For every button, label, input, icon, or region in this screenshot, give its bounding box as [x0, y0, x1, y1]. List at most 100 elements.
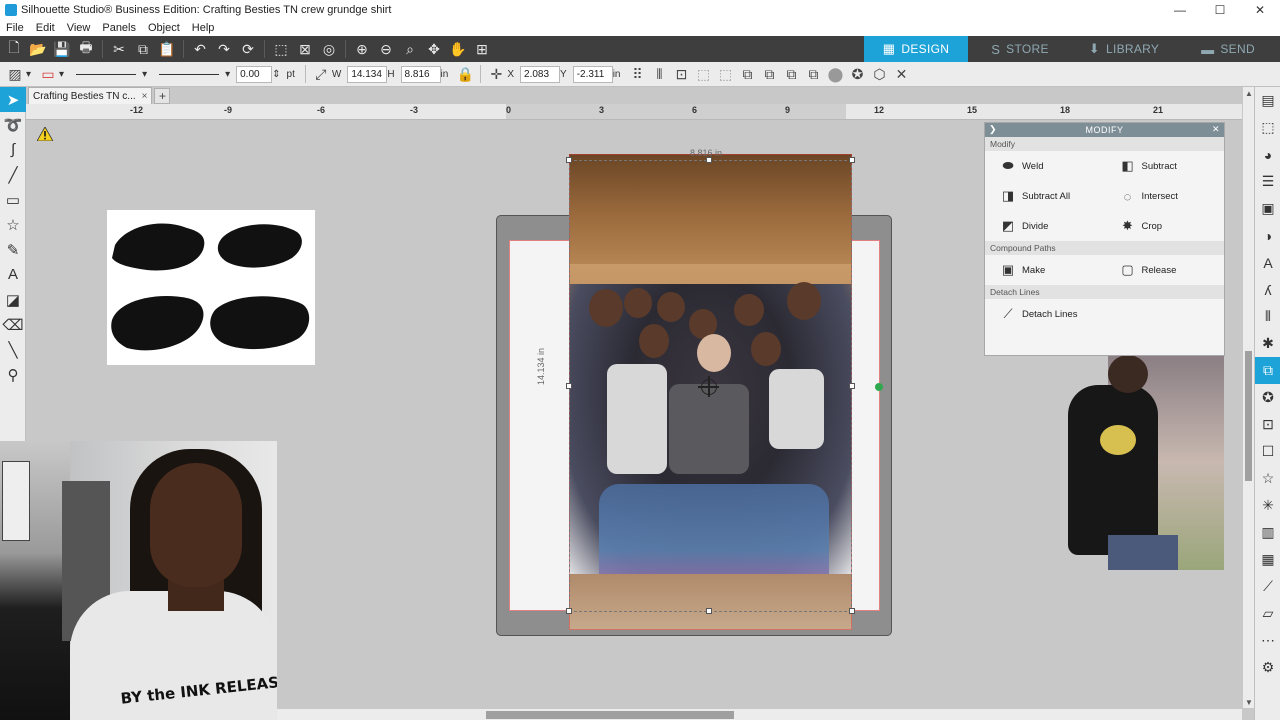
paste-icon[interactable]: 📋: [155, 37, 179, 61]
make-compound-button[interactable]: ▣ Make: [985, 255, 1105, 285]
pixscan-icon[interactable]: ⬚: [1255, 114, 1280, 141]
line-style-icon[interactable]: ☰: [1255, 168, 1280, 195]
subtract-button[interactable]: ◧ Subtract: [1105, 151, 1225, 181]
trace-icon[interactable]: ⊡: [1255, 411, 1280, 438]
rotation-center-icon[interactable]: [698, 376, 719, 397]
center-to-page-icon[interactable]: ⊡: [670, 63, 692, 85]
pattern-fill-icon[interactable]: ▦: [1255, 546, 1280, 573]
menu-edit[interactable]: Edit: [36, 22, 55, 34]
save-icon[interactable]: 💾: [50, 37, 74, 61]
vertical-scrollbar[interactable]: ▲ ▼: [1242, 87, 1254, 708]
position-grid-icon[interactable]: ⠿: [626, 63, 648, 85]
layers-icon[interactable]: ▥: [1255, 519, 1280, 546]
crop-button[interactable]: ✸ Crop: [1105, 211, 1225, 241]
subtract-all-button[interactable]: ◨ Subtract All: [985, 181, 1105, 211]
ungroup-icon[interactable]: ⬚: [714, 63, 736, 85]
text-style-icon[interactable]: A: [1255, 249, 1280, 276]
undo-icon[interactable]: ↶: [188, 37, 212, 61]
close-panel-icon[interactable]: ✕: [1212, 124, 1220, 135]
image-effects-icon[interactable]: ▣: [1255, 195, 1280, 222]
tab-send[interactable]: ▬ SEND: [1176, 36, 1280, 62]
width-field[interactable]: 14.134: [347, 65, 388, 83]
align-panel-icon[interactable]: ⫴: [1255, 303, 1280, 330]
line-color-icon[interactable]: ▭: [37, 63, 59, 85]
sketch-icon[interactable]: ʎ: [1255, 276, 1280, 303]
bring-forward-icon[interactable]: ⧉: [736, 63, 758, 85]
resize-handle[interactable]: [566, 383, 572, 389]
nesting-icon[interactable]: ☆: [1255, 465, 1280, 492]
fill-color-icon[interactable]: ◕: [1255, 141, 1280, 168]
eyedropper-tool-icon[interactable]: ⚲: [0, 362, 26, 387]
zoom-in-icon[interactable]: ⊕: [350, 37, 374, 61]
resize-handle[interactable]: [566, 608, 572, 614]
point-edit-tool-icon[interactable]: ➰: [0, 112, 26, 137]
new-document-icon[interactable]: 🗋: [2, 37, 26, 61]
weld-shortcut-icon[interactable]: ⬤: [824, 63, 846, 85]
group-icon[interactable]: ⬚: [692, 63, 714, 85]
offset-icon[interactable]: ✪: [1255, 384, 1280, 411]
fill-dropdown-arrow[interactable]: ▾: [26, 69, 31, 80]
line-color-dropdown[interactable]: ▾: [59, 69, 64, 80]
tab-design[interactable]: ▦ DESIGN: [864, 36, 968, 62]
settings-gear-icon[interactable]: ⚙: [1255, 654, 1280, 681]
modify-panel-header[interactable]: ❯ MODIFY ✕: [985, 123, 1224, 137]
more-panels-icon[interactable]: ⋯: [1255, 627, 1280, 654]
redo-icon[interactable]: ↷: [212, 37, 236, 61]
select-by-color-icon[interactable]: ◎: [317, 37, 341, 61]
maximize-button[interactable]: ☐: [1200, 0, 1240, 20]
resize-handle[interactable]: [849, 383, 855, 389]
close-window-button[interactable]: ✕: [1240, 0, 1280, 20]
y-position-field[interactable]: -2.311: [572, 65, 613, 83]
deselect-icon[interactable]: ⊠: [293, 37, 317, 61]
minimize-button[interactable]: —: [1160, 0, 1200, 20]
transform-icon[interactable]: ✱: [1255, 330, 1280, 357]
gradient-icon[interactable]: ◑: [1255, 222, 1280, 249]
close-tab-icon[interactable]: ×: [142, 91, 148, 102]
new-tab-button[interactable]: +: [154, 88, 171, 104]
brush-strokes-image[interactable]: [107, 210, 315, 365]
eraser-tool-icon[interactable]: ⌫: [0, 312, 26, 337]
cut-icon[interactable]: ✂: [107, 37, 131, 61]
knife-icon[interactable]: ✳: [1255, 492, 1280, 519]
bring-to-front-icon[interactable]: ⧉: [780, 63, 802, 85]
line-style-sample[interactable]: [76, 73, 137, 75]
collapse-chevron-icon[interactable]: ❯: [989, 124, 997, 135]
select-tool-icon[interactable]: ➤: [0, 87, 26, 112]
page-setup-icon[interactable]: ▤: [1255, 87, 1280, 114]
intersect-button[interactable]: ◌ Intersect: [1105, 181, 1225, 211]
fit-to-page-icon[interactable]: ⊞: [470, 37, 494, 61]
star-shape-icon[interactable]: ✪: [846, 63, 868, 85]
weld-button[interactable]: ⬬ Weld: [985, 151, 1105, 181]
open-folder-icon[interactable]: 📂: [26, 37, 50, 61]
select-all-icon[interactable]: ⬚: [269, 37, 293, 61]
resize-handle[interactable]: [849, 608, 855, 614]
copy-icon[interactable]: ⧉: [131, 37, 155, 61]
detach-lines-button[interactable]: ⟋ Detach Lines: [985, 299, 1224, 329]
lock-aspect-icon[interactable]: 🔒: [454, 63, 476, 85]
stroke-icon[interactable]: ⟋: [1255, 573, 1280, 600]
resize-handle[interactable]: [566, 157, 572, 163]
shapes-tool-icon[interactable]: ☆: [0, 212, 26, 237]
rotate-handle[interactable]: [875, 383, 883, 391]
align-icon[interactable]: ⫴: [648, 63, 670, 85]
warning-icon[interactable]: [37, 127, 53, 141]
line-join-sample[interactable]: [159, 73, 220, 75]
modify-panel-icon[interactable]: ⧉: [1255, 357, 1280, 384]
menu-file[interactable]: File: [6, 22, 24, 34]
document-tab[interactable]: Crafting Besties TN c... ×: [28, 87, 153, 104]
x-position-field[interactable]: 2.083: [520, 65, 561, 83]
print-icon[interactable]: 🖶: [74, 37, 98, 61]
pan-hand-icon[interactable]: ✋: [446, 37, 470, 61]
move-icon[interactable]: ✥: [422, 37, 446, 61]
replicate-icon[interactable]: ☐: [1255, 438, 1280, 465]
resize-handle[interactable]: [706, 608, 712, 614]
person-bee-shirt-image[interactable]: [1048, 355, 1224, 570]
line-width-field[interactable]: 0.00: [236, 65, 273, 83]
library-panel-icon[interactable]: ▱: [1255, 600, 1280, 627]
fill-pattern-icon[interactable]: ▨: [4, 63, 26, 85]
release-compound-button[interactable]: ▢ Release: [1105, 255, 1225, 285]
tab-store[interactable]: S STORE: [968, 36, 1072, 62]
3d-box-icon[interactable]: ⬡: [868, 63, 890, 85]
resize-handle[interactable]: [849, 157, 855, 163]
bezier-tool-icon[interactable]: ∫: [0, 137, 26, 162]
